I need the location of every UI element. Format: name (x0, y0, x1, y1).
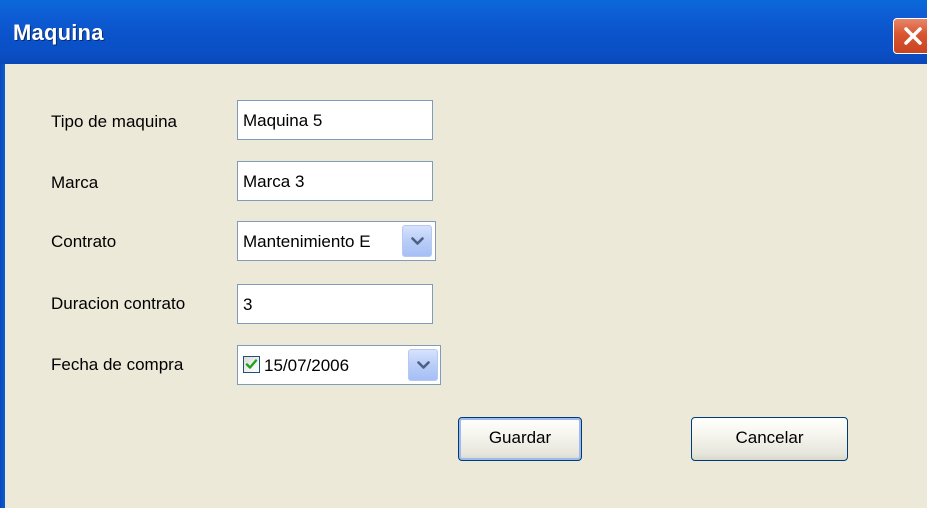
contrato-selected-value: Mantenimiento E (243, 232, 371, 251)
fecha-label: Fecha de compra (51, 355, 184, 374)
contrato-dropdown-button[interactable] (402, 225, 432, 257)
close-icon (904, 27, 922, 45)
chevron-down-icon (411, 237, 424, 245)
chevron-down-icon (417, 361, 430, 369)
dialog-body: Tipo de maquina Maquina 5 Marca Marca 3 … (5, 64, 927, 508)
contrato-select[interactable]: Mantenimiento E (237, 221, 436, 261)
tipo-label: Tipo de maquina (51, 112, 178, 131)
fecha-datepicker[interactable]: 15/07/2006 (237, 345, 441, 385)
cancel-button[interactable]: Cancelar (691, 417, 848, 461)
close-button[interactable] (893, 18, 927, 54)
maquina-dialog: Maquina Tipo de maquina Maquina 5 Marca … (0, 0, 927, 508)
marca-label: Marca (51, 173, 99, 192)
fecha-checkbox[interactable] (243, 356, 260, 373)
check-icon (245, 359, 258, 369)
tipo-input[interactable]: Maquina 5 (237, 100, 433, 140)
fecha-value: 15/07/2006 (264, 356, 350, 375)
fecha-dropdown-button[interactable] (408, 349, 438, 381)
marca-input[interactable]: Marca 3 (237, 161, 433, 201)
duracion-input[interactable]: 3 (237, 284, 433, 324)
title-bar[interactable]: Maquina (0, 0, 927, 64)
save-button[interactable]: Guardar (458, 417, 582, 461)
duracion-label: Duracion contrato (51, 294, 186, 313)
window-title: Maquina (13, 20, 104, 45)
contrato-label: Contrato (51, 232, 117, 251)
